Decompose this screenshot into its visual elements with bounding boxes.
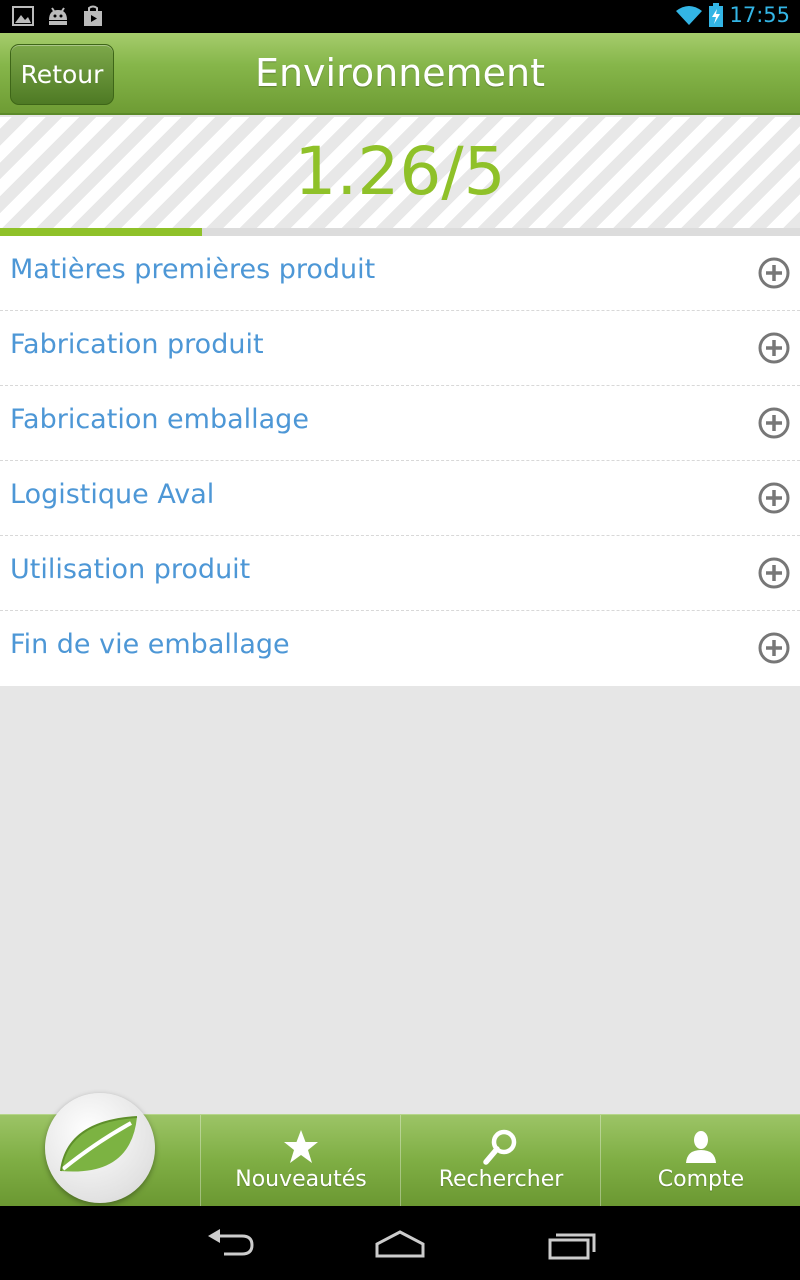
- plus-circle-icon[interactable]: [758, 557, 790, 589]
- plus-circle-icon[interactable]: [758, 632, 790, 664]
- leaf-icon: [60, 1116, 138, 1172]
- list-item[interactable]: Logistique Aval: [0, 461, 800, 536]
- list-item-label: Utilisation produit: [10, 554, 251, 585]
- plus-circle-icon[interactable]: [758, 482, 790, 514]
- home-icon[interactable]: [374, 1228, 426, 1260]
- list-item[interactable]: Matières premières produit: [0, 236, 800, 311]
- clock: 17:55: [729, 3, 790, 27]
- app-header: Retour Environnement: [0, 33, 800, 115]
- list-item-label: Fin de vie emballage: [10, 629, 290, 660]
- back-icon[interactable]: [204, 1228, 256, 1260]
- score-progress-fill: [0, 228, 202, 236]
- bottom-tab-bar: Nouveautés Rechercher Compte: [0, 1093, 800, 1207]
- tab-compte[interactable]: Compte: [600, 1115, 800, 1207]
- page-title: Environnement: [254, 51, 546, 95]
- tab-nouveautes[interactable]: Nouveautés: [200, 1115, 400, 1207]
- home-logo-button[interactable]: [45, 1093, 155, 1203]
- android-icon: [49, 7, 67, 25]
- score-panel: 1.26/5: [0, 117, 800, 228]
- tab-label: Compte: [657, 1167, 745, 1192]
- notification-icons: [12, 5, 104, 27]
- navigation-bar: [0, 1206, 800, 1280]
- score-value: 1.26/5: [294, 133, 506, 210]
- system-status: 17:55: [675, 3, 790, 27]
- battery-charging-icon: [709, 3, 724, 27]
- tab-home[interactable]: [0, 1093, 200, 1207]
- list-item-label: Logistique Aval: [10, 479, 215, 510]
- tab-label: Rechercher: [438, 1167, 564, 1192]
- recent-apps-icon[interactable]: [546, 1226, 598, 1262]
- list-item[interactable]: Utilisation produit: [0, 536, 800, 611]
- plus-circle-icon[interactable]: [758, 332, 790, 364]
- play-store-icon: [84, 5, 102, 26]
- plus-circle-icon[interactable]: [758, 257, 790, 289]
- plus-circle-icon[interactable]: [758, 407, 790, 439]
- search-icon: [483, 1129, 517, 1165]
- star-icon: [284, 1130, 318, 1163]
- list-item[interactable]: Fabrication produit: [0, 311, 800, 386]
- score-progress-bar: [0, 228, 800, 236]
- wifi-icon: [676, 6, 703, 25]
- user-icon: [686, 1131, 716, 1163]
- tab-rechercher[interactable]: Rechercher: [400, 1115, 600, 1207]
- list-item[interactable]: Fabrication emballage: [0, 386, 800, 461]
- list-item-label: Matières premières produit: [10, 254, 376, 285]
- list-item-label: Fabrication emballage: [10, 404, 309, 435]
- status-bar: 17:55: [0, 0, 800, 33]
- gallery-icon: [12, 6, 34, 26]
- criteria-list: Matières premières produit Fabrication p…: [0, 236, 800, 686]
- list-item-label: Fabrication produit: [10, 329, 264, 360]
- tab-label: Nouveautés: [235, 1167, 367, 1192]
- list-item[interactable]: Fin de vie emballage: [0, 611, 800, 686]
